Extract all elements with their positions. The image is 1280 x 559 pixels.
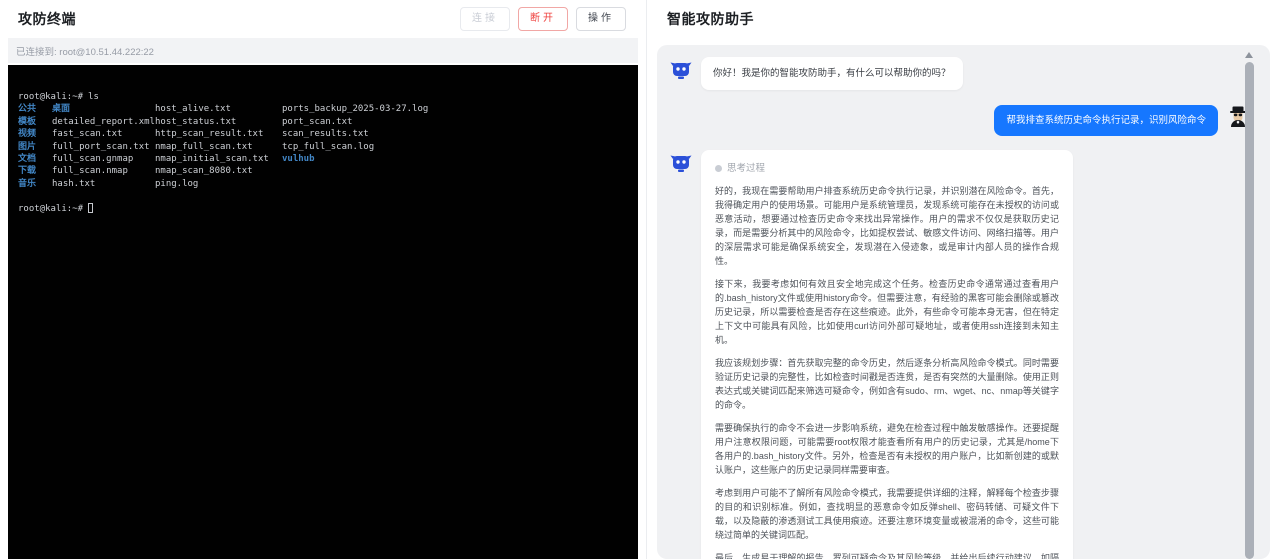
terminal-file-entry: nmap_initial_scan.txt: [155, 153, 282, 165]
assistant-panel-title: 智能攻防助手: [667, 9, 754, 29]
bot-avatar-icon: [669, 150, 693, 174]
terminal-prompt: root@kali:~#: [18, 92, 83, 102]
terminal-file-entry: host_alive.txt: [155, 103, 282, 115]
terminal-file-entry: scan_results.txt: [282, 128, 369, 140]
thinking-dot-icon: [715, 165, 722, 172]
terminal-directory-entry: vulhub: [282, 153, 315, 165]
connection-status-text: 已连接到: root@10.51.44.222:22: [16, 47, 154, 58]
terminal-ls-row: 音乐hash.txtping.log: [18, 178, 628, 190]
terminal-ls-row: 视频fast_scan.txthttp_scan_result.txtscan_…: [18, 128, 628, 140]
thinking-process-header: 思考过程: [715, 162, 1059, 175]
terminal-file-entry: nmap_full_scan.txt: [155, 141, 282, 153]
thinking-paragraphs: 好的，我现在需要帮助用户排查系统历史命令执行记录，并识别潜在风险命令。首先，我得…: [715, 184, 1059, 559]
terminal-file-entry: port_scan.txt: [282, 116, 352, 128]
terminal-command-line: root@kali:~# ls: [18, 91, 628, 103]
user-message-row: 帮我排查系统历史命令执行记录，识别风险命令: [669, 105, 1250, 136]
thinking-paragraph: 需要确保执行的命令不会进一步影响系统，避免在检查过程中触发敏感操作。还要提醒用户…: [715, 421, 1059, 477]
terminal-ls-row: 公共桌面host_alive.txtports_backup_2025-03-2…: [18, 103, 628, 115]
terminal-command: ls: [88, 92, 99, 102]
bot-thinking-row: 思考过程 好的，我现在需要帮助用户排查系统历史命令执行记录，并识别潜在风险命令。…: [669, 150, 1250, 559]
operate-button[interactable]: 操作: [576, 7, 626, 31]
scrollbar-thumb[interactable]: [1245, 62, 1254, 559]
terminal-panel: 攻防终端 连接 断开 操作 已连接到: root@10.51.44.222:22…: [0, 0, 647, 559]
thinking-paragraph: 考虑到用户可能不了解所有风险命令模式，我需要提供详细的注释，解释每个检查步骤的目…: [715, 486, 1059, 542]
terminal-file-entry: full_port_scan.txt: [52, 141, 155, 153]
terminal-blank-line: [18, 190, 628, 202]
bot-message-row: 你好！我是你的智能攻防助手，有什么可以帮助你的吗？: [669, 57, 1250, 90]
terminal-file-entry: tcp_full_scan.log: [282, 141, 374, 153]
terminal-directory-entry: 模板: [18, 116, 52, 128]
connect-button[interactable]: 连接: [460, 7, 510, 31]
bot-greeting-bubble: 你好！我是你的智能攻防助手，有什么可以帮助你的吗？: [701, 57, 963, 90]
terminal-cursor: [88, 203, 93, 213]
user-query-bubble: 帮我排查系统历史命令执行记录，识别风险命令: [994, 105, 1218, 136]
terminal-file-entry: host_status.txt: [155, 116, 282, 128]
terminal-prompt-line: root@kali:~#: [18, 203, 628, 215]
thinking-paragraph: 最后，生成易于理解的报告，罗列可疑命令及其风险等级，并给出后续行动建议，如隔离受…: [715, 551, 1059, 559]
terminal-file-entry: ports_backup_2025-03-27.log: [282, 103, 428, 115]
terminal-ls-row: 文档full_scan.gnmapnmap_initial_scan.txtvu…: [18, 153, 628, 165]
terminal-directory-entry: 桌面: [52, 103, 155, 115]
terminal-ls-row: 模板detailed_report.xmlhost_status.txtport…: [18, 116, 628, 128]
chat-area: 你好！我是你的智能攻防助手，有什么可以帮助你的吗？ 帮我排查系统历史命令执行记录…: [657, 45, 1270, 559]
terminal-file-entry: detailed_report.xml: [52, 116, 155, 128]
terminal-directory-entry: 文档: [18, 153, 52, 165]
thinking-paragraph: 接下来，我要考虑如何有效且安全地完成这个任务。检查历史命令通常通过查看用户的.b…: [715, 277, 1059, 347]
terminal-file-entry: ping.log: [155, 178, 282, 190]
scrollbar-up-arrow[interactable]: [1245, 52, 1253, 58]
terminal-panel-title: 攻防终端: [18, 9, 76, 29]
terminal-screen[interactable]: root@kali:~# ls 公共桌面host_alive.txtports_b…: [8, 65, 638, 559]
connection-status: 已连接到: root@10.51.44.222:22: [8, 38, 638, 63]
terminal-file-entry: hash.txt: [52, 178, 155, 190]
terminal-directory-entry: 下载: [18, 165, 52, 177]
app-root: 攻防终端 连接 断开 操作 已连接到: root@10.51.44.222:22…: [0, 0, 1280, 559]
terminal-ls-output: 公共桌面host_alive.txtports_backup_2025-03-2…: [18, 103, 628, 190]
terminal-prompt: root@kali:~#: [18, 204, 83, 214]
thinking-process-label: 思考过程: [727, 162, 765, 175]
assistant-panel-header: 智能攻防助手: [647, 0, 1280, 38]
assistant-panel: 智能攻防助手 你好！我是你的智能攻防助手，有什么可以帮助你的吗？ 帮我排查系统历…: [647, 0, 1280, 559]
thinking-paragraph: 我应该规划步骤：首先获取完整的命令历史，然后逐条分析高风险命令模式。同时需要验证…: [715, 356, 1059, 412]
terminal-file-entry: http_scan_result.txt: [155, 128, 282, 140]
bot-avatar-icon: [669, 57, 693, 81]
terminal-file-entry: full_scan.gnmap: [52, 153, 155, 165]
terminal-directory-entry: 视频: [18, 128, 52, 140]
terminal-directory-entry: 音乐: [18, 178, 52, 190]
terminal-toolbar: 连接 断开 操作: [460, 7, 626, 31]
bot-thinking-bubble: 思考过程 好的，我现在需要帮助用户排查系统历史命令执行记录，并识别潜在风险命令。…: [701, 150, 1073, 559]
terminal-file-entry: full_scan.nmap: [52, 165, 155, 177]
disconnect-button[interactable]: 断开: [518, 7, 568, 31]
thinking-paragraph: 好的，我现在需要帮助用户排查系统历史命令执行记录，并识别潜在风险命令。首先，我得…: [715, 184, 1059, 268]
terminal-directory-entry: 图片: [18, 141, 52, 153]
terminal-file-entry: nmap_scan_8080.txt: [155, 165, 282, 177]
terminal-directory-entry: 公共: [18, 103, 52, 115]
terminal-panel-header: 攻防终端 连接 断开 操作: [0, 0, 646, 38]
terminal-ls-row: 图片full_port_scan.txtnmap_full_scan.txttc…: [18, 141, 628, 153]
terminal-ls-row: 下载full_scan.nmapnmap_scan_8080.txt: [18, 165, 628, 177]
terminal-file-entry: fast_scan.txt: [52, 128, 155, 140]
